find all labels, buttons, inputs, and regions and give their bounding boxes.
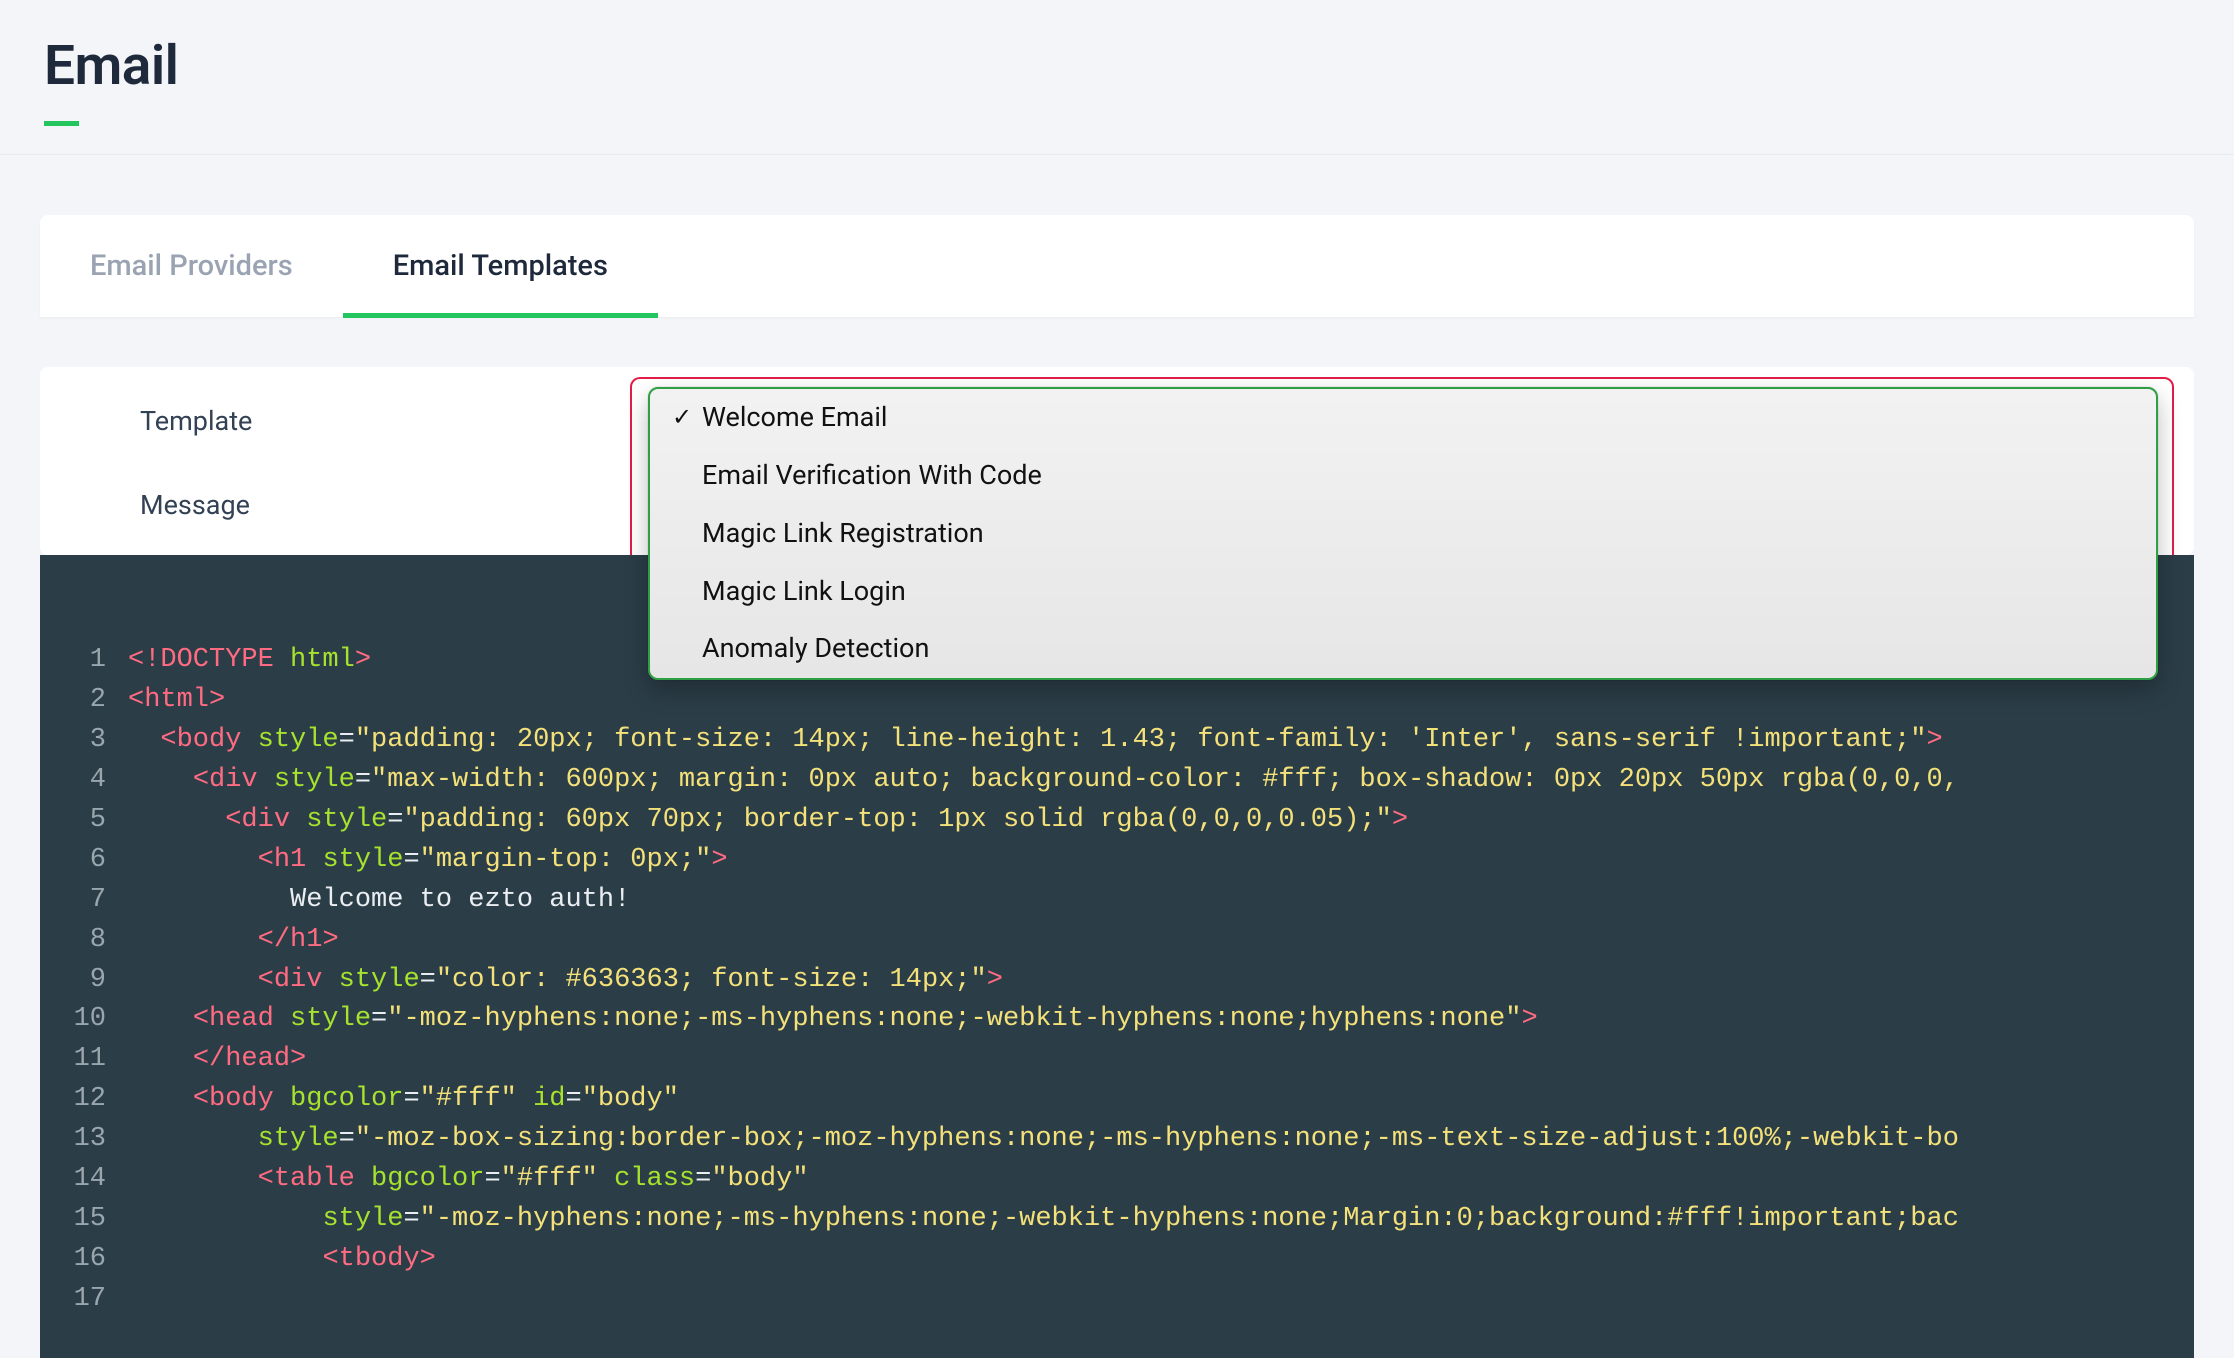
tab-email-templates[interactable]: Email Templates bbox=[343, 215, 658, 317]
dropdown-option-magic-link-registration[interactable]: Magic Link Registration bbox=[650, 505, 2156, 563]
dropdown-option-email-verification[interactable]: Email Verification With Code bbox=[650, 447, 2156, 505]
dropdown-option-label: Welcome Email bbox=[702, 397, 888, 439]
form-card: Template Message ✓ Welcome Email Email V… bbox=[40, 367, 2194, 555]
editor-line[interactable]: </head> bbox=[128, 1040, 2194, 1080]
page-title: Email bbox=[44, 34, 178, 98]
tab-email-providers[interactable]: Email Providers bbox=[40, 215, 343, 317]
dropdown-option-label: Email Verification With Code bbox=[702, 455, 1042, 497]
dropdown-option-label: Magic Link Registration bbox=[702, 513, 984, 555]
editor-line[interactable]: <div style="max-width: 600px; margin: 0p… bbox=[128, 761, 2194, 801]
editor-line[interactable]: <html> bbox=[128, 681, 2194, 721]
editor-line[interactable]: Welcome to ezto auth! bbox=[128, 881, 2194, 921]
template-label: Template bbox=[140, 401, 620, 437]
tab-bar: Email Providers Email Templates bbox=[40, 215, 2194, 317]
dropdown-option-magic-link-login[interactable]: Magic Link Login bbox=[650, 563, 2156, 621]
editor-line[interactable]: <body style="padding: 20px; font-size: 1… bbox=[128, 721, 2194, 761]
editor-gutter: 1234567891011121314151617 bbox=[40, 635, 120, 1320]
editor-line[interactable]: <div style="color: #636363; font-size: 1… bbox=[128, 961, 2194, 1001]
editor-line[interactable]: <body bgcolor="#fff" id="body" bbox=[128, 1080, 2194, 1120]
dropdown-option-label: Anomaly Detection bbox=[702, 628, 929, 670]
editor-line[interactable]: <h1 style="margin-top: 0px;"> bbox=[128, 841, 2194, 881]
editor-line[interactable]: style="-moz-box-sizing:border-box;-moz-h… bbox=[128, 1120, 2194, 1160]
dropdown-option-welcome-email[interactable]: ✓ Welcome Email bbox=[650, 389, 2156, 447]
divider bbox=[0, 154, 2234, 155]
message-label: Message bbox=[140, 485, 620, 521]
editor-code[interactable]: <!DOCTYPE html><html> <body style="paddi… bbox=[120, 635, 2194, 1320]
dropdown-option-anomaly-detection[interactable]: Anomaly Detection bbox=[650, 620, 2156, 678]
editor-line[interactable]: <tbody> bbox=[128, 1240, 2194, 1280]
editor-line[interactable]: </h1> bbox=[128, 921, 2194, 961]
editor-line[interactable]: <table bgcolor="#fff" class="body" bbox=[128, 1160, 2194, 1200]
template-select-dropdown[interactable]: ✓ Welcome Email Email Verification With … bbox=[648, 387, 2158, 680]
editor-line[interactable]: <head style="-moz-hyphens:none;-ms-hyphe… bbox=[128, 1000, 2194, 1040]
dropdown-option-label: Magic Link Login bbox=[702, 571, 906, 613]
editor-line[interactable]: style="-moz-hyphens:none;-ms-hyphens:non… bbox=[128, 1200, 2194, 1240]
editor-line[interactable]: <div style="padding: 60px 70px; border-t… bbox=[128, 801, 2194, 841]
check-icon: ✓ bbox=[672, 399, 702, 436]
